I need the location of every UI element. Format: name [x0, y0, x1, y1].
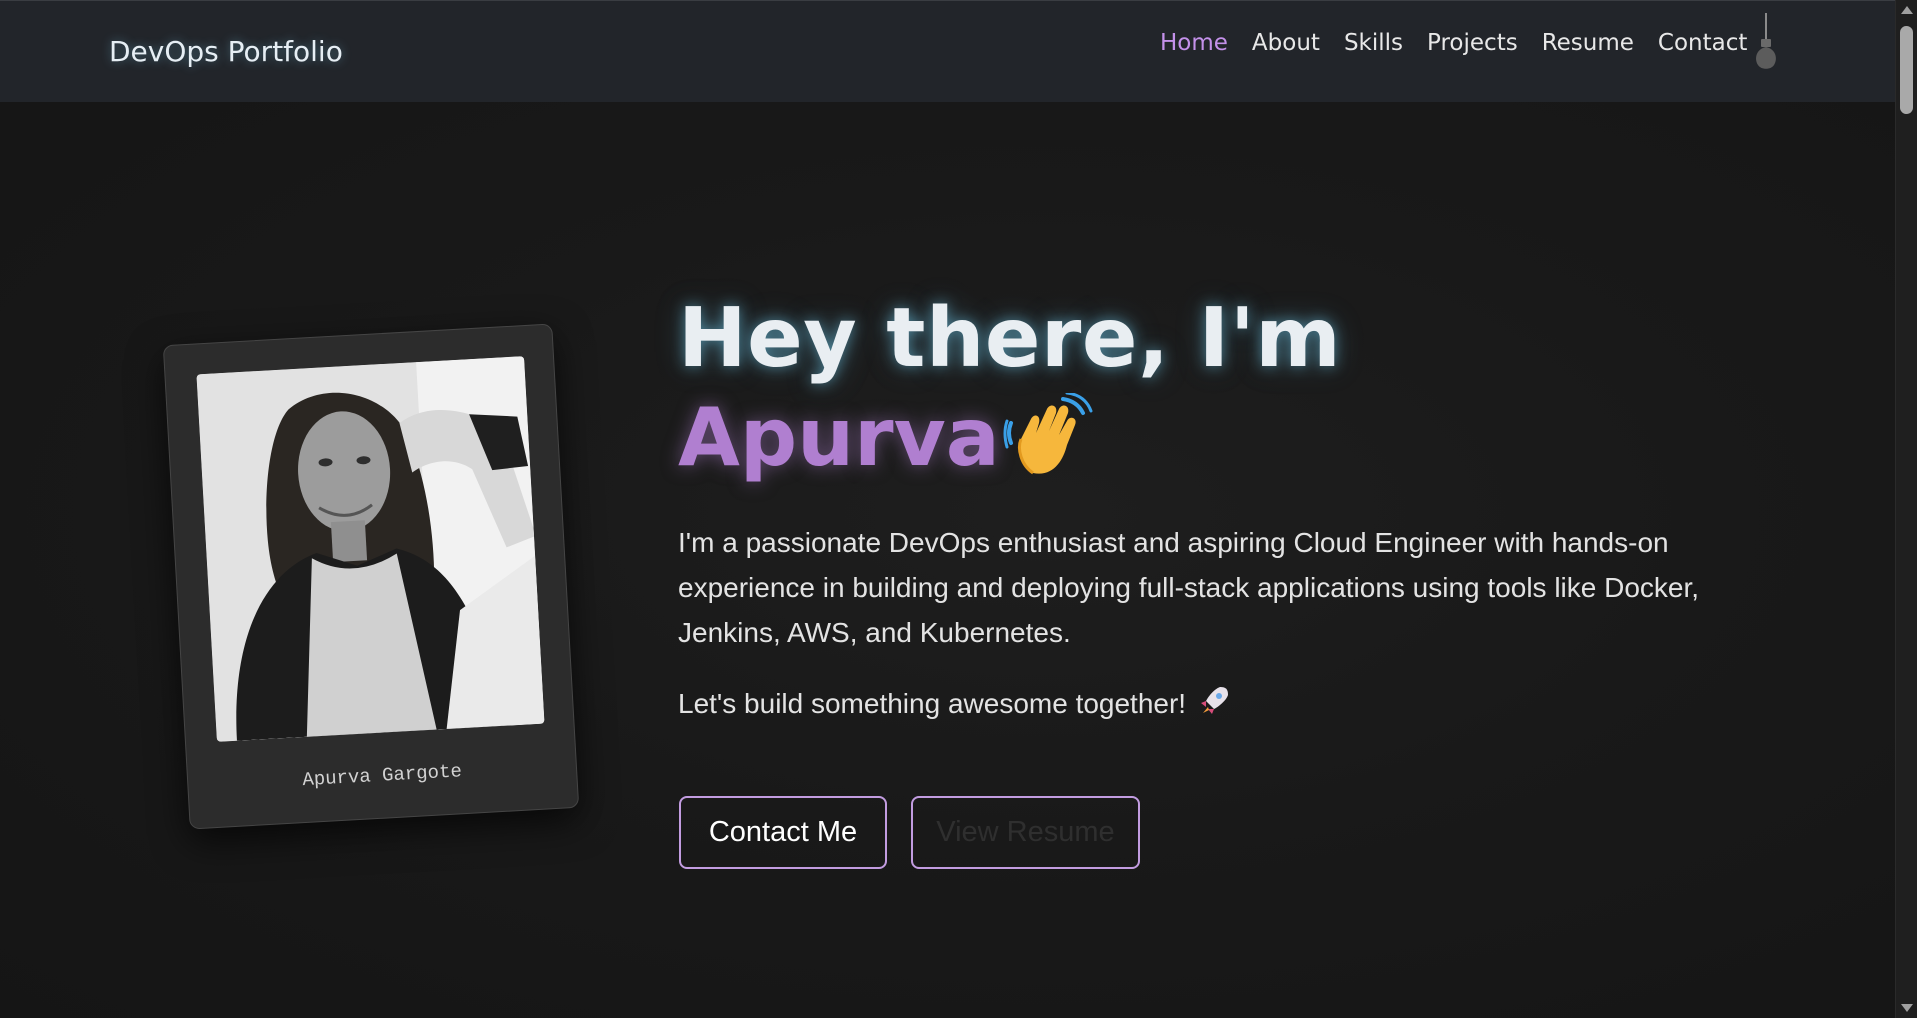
waving-hand-icon [1003, 391, 1095, 485]
nav-about[interactable]: About [1252, 30, 1320, 56]
brand-logo[interactable]: DevOps Portfolio [109, 35, 343, 68]
hero-greeting: Hey there, I'm [678, 291, 1342, 386]
profile-polaroid: Apurva Gargote [162, 323, 580, 830]
nav-resume[interactable]: Resume [1542, 30, 1634, 56]
profile-caption: Apurva Gargote [301, 760, 463, 792]
profile-photo [196, 356, 545, 742]
scrollbar-thumb[interactable] [1900, 26, 1913, 114]
hero-tagline: Let's build something awesome together! [678, 683, 1232, 724]
hero-name: Apurva [678, 391, 1000, 484]
nav-skills[interactable]: Skills [1344, 30, 1403, 56]
contact-me-button[interactable]: Contact Me [679, 796, 887, 869]
nav-home[interactable]: Home [1160, 30, 1228, 56]
scroll-down-arrow-icon[interactable] [1901, 1004, 1913, 1012]
rocket-icon [1198, 683, 1232, 724]
nav-projects[interactable]: Projects [1427, 30, 1518, 56]
lightbulb-icon[interactable] [1752, 13, 1780, 77]
tagline-text: Let's build something awesome together! [678, 687, 1187, 719]
view-resume-button[interactable]: View Resume [911, 796, 1140, 869]
page-scrollbar[interactable] [1895, 0, 1917, 1018]
scroll-up-arrow-icon[interactable] [1901, 6, 1913, 14]
hero-bio: I'm a passionate DevOps enthusiast and a… [678, 527, 1700, 648]
nav-contact[interactable]: Contact [1658, 30, 1747, 56]
top-navbar: DevOps Portfolio Home About Skills Proje… [0, 0, 1895, 102]
nav-links: Home About Skills Projects Resume Contac… [1160, 30, 1771, 56]
